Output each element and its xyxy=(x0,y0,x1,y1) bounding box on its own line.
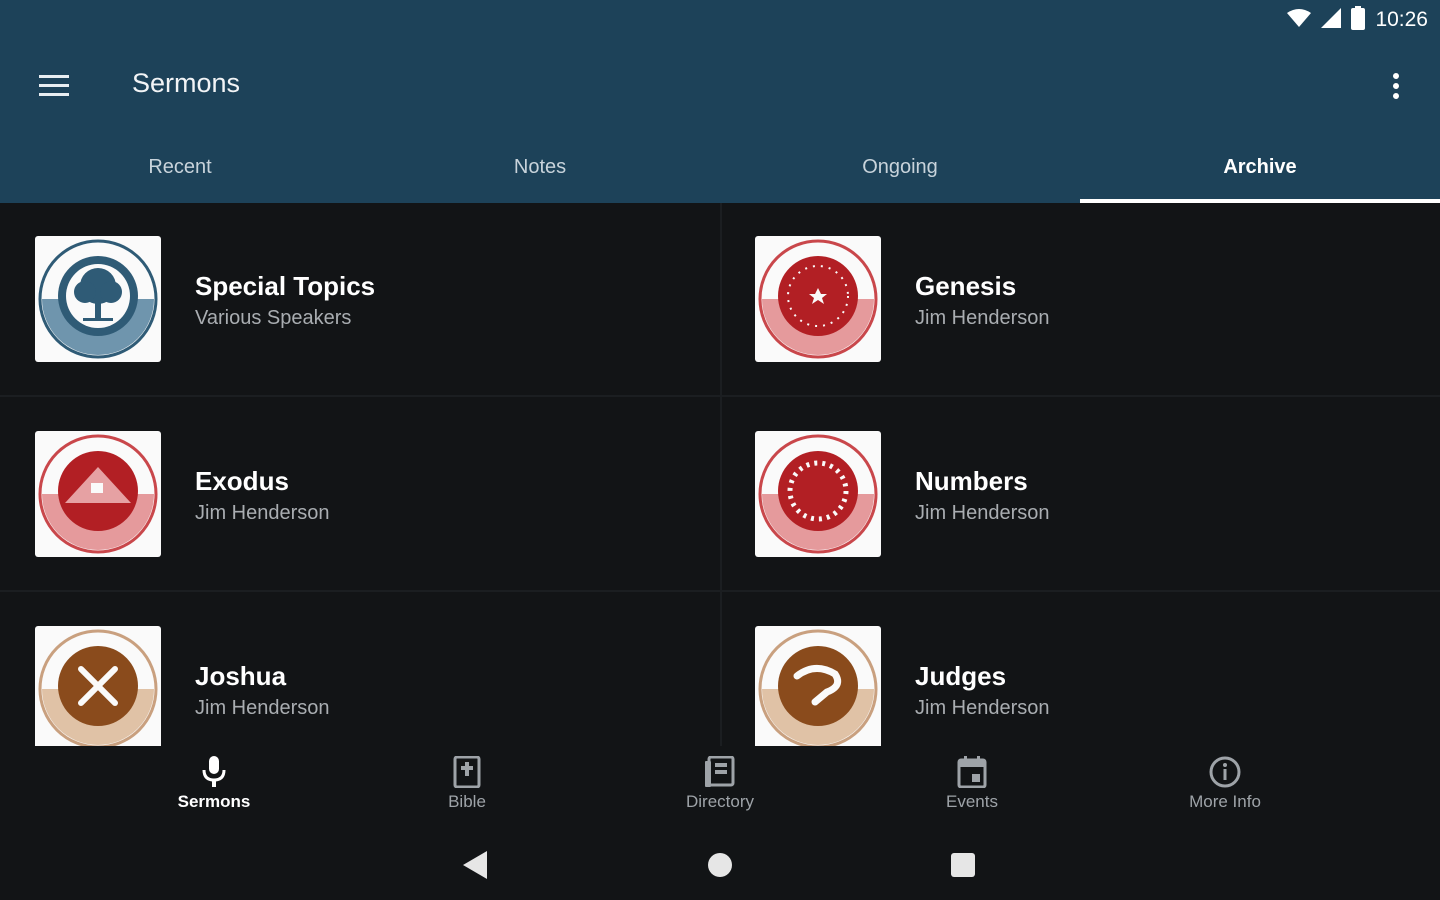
calendar-icon xyxy=(957,756,987,788)
numbers-circle-icon xyxy=(758,434,878,554)
status-time: 10:26 xyxy=(1375,8,1428,31)
crossed-swords-icon xyxy=(38,629,158,746)
series-thumbnail xyxy=(35,236,161,362)
nav-label: Events xyxy=(946,792,998,811)
directory-icon xyxy=(705,756,735,787)
nav-label: More Info xyxy=(1189,792,1261,811)
system-navigation-bar xyxy=(0,830,1440,900)
series-card-special-topics[interactable]: Special Topics Various Speakers xyxy=(0,203,718,397)
battery-icon xyxy=(1351,5,1366,35)
series-title: Numbers xyxy=(915,466,1028,496)
series-title: Special Topics xyxy=(195,271,376,301)
series-thumbnail xyxy=(35,626,161,746)
tab-ongoing[interactable]: Ongoing xyxy=(720,132,1080,203)
series-speaker: Jim Henderson xyxy=(915,697,1050,719)
signal-icon xyxy=(1321,7,1342,33)
series-title: Exodus xyxy=(195,466,289,496)
nav-label: Sermons xyxy=(177,792,251,811)
series-grid: Special Topics Various Speakers Genesis … xyxy=(0,203,1440,746)
status-bar: 10:26 xyxy=(0,0,1440,40)
tab-recent[interactable]: Recent xyxy=(0,132,360,203)
microphone-icon xyxy=(202,756,226,787)
series-speaker: Jim Henderson xyxy=(195,502,330,524)
nav-events[interactable]: Events xyxy=(892,756,1052,826)
star-of-creation-icon xyxy=(758,239,878,359)
overflow-menu-button[interactable] xyxy=(1372,62,1420,110)
series-speaker: Jim Henderson xyxy=(195,697,330,719)
page-title: Sermons xyxy=(132,68,241,98)
more-vert-icon xyxy=(1393,73,1399,99)
tab-notes[interactable]: Notes xyxy=(360,132,720,203)
series-speaker: Various Speakers xyxy=(195,307,352,329)
series-card-joshua[interactable]: Joshua Jim Henderson xyxy=(0,593,718,746)
back-button[interactable] xyxy=(456,850,496,880)
series-speaker: Jim Henderson xyxy=(915,502,1050,524)
tab-bar: Recent Notes Ongoing Archive xyxy=(0,132,1440,203)
nav-directory[interactable]: Directory xyxy=(640,756,800,826)
hamburger-icon xyxy=(39,75,69,96)
nav-label: Directory xyxy=(685,792,754,811)
wifi-icon xyxy=(1287,8,1312,33)
app-bar: Sermons xyxy=(0,40,1440,132)
nav-bible[interactable]: Bible xyxy=(387,756,547,826)
series-thumbnail xyxy=(755,236,881,362)
tab-archive[interactable]: Archive xyxy=(1080,132,1440,203)
series-card-exodus[interactable]: Exodus Jim Henderson xyxy=(0,398,718,592)
bottom-navigation: Sermons Bible Directory Events More Info xyxy=(0,746,1440,830)
home-circle-icon xyxy=(708,853,732,877)
recents-button[interactable] xyxy=(943,850,983,880)
series-speaker: Jim Henderson xyxy=(915,307,1050,329)
back-triangle-icon xyxy=(463,851,487,879)
nav-label: Bible xyxy=(448,792,486,811)
series-card-numbers[interactable]: Numbers Jim Henderson xyxy=(720,398,1438,592)
menu-button[interactable] xyxy=(24,62,84,110)
series-title: Genesis xyxy=(915,271,1017,301)
series-card-genesis[interactable]: Genesis Jim Henderson xyxy=(720,203,1438,397)
series-thumbnail xyxy=(35,431,161,557)
series-thumbnail xyxy=(755,431,881,557)
info-icon xyxy=(1209,756,1241,788)
nav-more-info[interactable]: More Info xyxy=(1145,756,1305,826)
tree-icon xyxy=(38,239,158,359)
bible-icon xyxy=(453,756,481,788)
home-button[interactable] xyxy=(700,850,740,880)
series-thumbnail xyxy=(755,626,881,746)
series-card-judges[interactable]: Judges Jim Henderson xyxy=(720,593,1438,746)
horn-icon xyxy=(758,629,878,746)
status-icons: 10:26 xyxy=(1287,5,1428,35)
series-title: Judges xyxy=(915,661,1007,691)
nav-sermons[interactable]: Sermons xyxy=(134,756,294,826)
recents-square-icon xyxy=(951,853,975,877)
mountain-icon xyxy=(38,434,158,554)
series-title: Joshua xyxy=(195,661,287,691)
